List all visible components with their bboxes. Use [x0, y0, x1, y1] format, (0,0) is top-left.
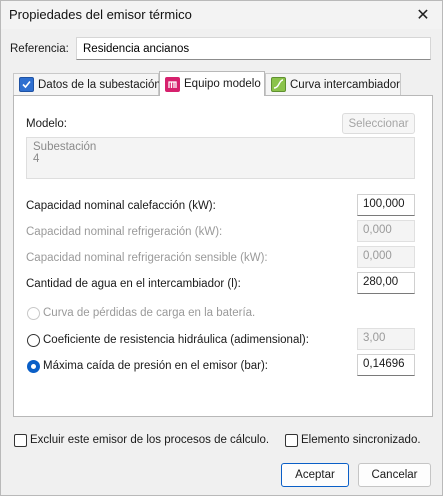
maxima-caida-radio[interactable] — [27, 360, 40, 373]
checkbox-blue-icon — [19, 77, 34, 92]
model-description: Subestación 4 — [26, 137, 415, 179]
tab-panel-equipo-modelo: Modelo: Seleccionar Subestación 4 Capaci… — [13, 95, 433, 417]
maxima-caida-field[interactable]: 0,14696 — [357, 354, 415, 376]
cantidad-agua-field[interactable]: 280,00 — [357, 272, 415, 294]
close-button[interactable]: ✕ — [410, 4, 436, 26]
curva-perdidas-label: Curva de pérdidas de carga en la batería… — [43, 307, 256, 319]
tab-datos-subestacion[interactable]: Datos de la subestación — [13, 73, 161, 95]
green-curve-icon — [271, 77, 286, 92]
title-bar[interactable]: Propiedades del emisor térmico ✕ — [1, 1, 442, 29]
tab-equipo-modelo[interactable]: Equipo modelo — [159, 71, 265, 96]
cantidad-agua-label: Cantidad de agua en el intercambiador (l… — [26, 278, 241, 290]
coeficiente-resistencia-field: 3,00 — [357, 328, 415, 350]
window-title: Propiedades del emisor térmico — [9, 7, 192, 22]
capacidad-calefaccion-field[interactable]: 100,000 — [357, 194, 415, 216]
curva-perdidas-radio[interactable] — [27, 307, 40, 320]
dialog-window: Propiedades del emisor térmico ✕ Referen… — [0, 0, 443, 496]
cancelar-button[interactable]: Cancelar — [358, 463, 431, 487]
model-desc-line: 4 — [33, 153, 40, 165]
coeficiente-resistencia-radio[interactable] — [27, 334, 40, 347]
referencia-input[interactable] — [76, 37, 431, 60]
tab-label: Datos de la subestación — [38, 78, 161, 91]
tab-bar: Datos de la subestación Equipo modelo Cu… — [13, 71, 433, 96]
capacidad-refrigeracion-label: Capacidad nominal refrigeración (kW): — [26, 226, 223, 238]
aceptar-button[interactable]: Aceptar — [281, 463, 349, 487]
close-icon: ✕ — [416, 7, 430, 24]
magenta-logo-icon — [165, 76, 180, 92]
excluir-checkbox[interactable] — [14, 434, 27, 447]
maxima-caida-label: Máxima caída de presión en el emisor (ba… — [43, 360, 268, 372]
seleccionar-button[interactable]: Seleccionar — [342, 113, 415, 134]
capacidad-refrigeracion-sensible-label: Capacidad nominal refrigeración sensible… — [26, 252, 268, 264]
tab-label: Curva intercambiador — [290, 78, 400, 91]
sincronizado-checkbox[interactable] — [285, 434, 298, 447]
excluir-label: Excluir este emisor de los procesos de c… — [30, 434, 270, 446]
coeficiente-resistencia-label: Coeficiente de resistencia hidráulica (a… — [43, 334, 309, 346]
tab-label: Equipo modelo — [184, 78, 261, 90]
sincronizado-label: Elemento sincronizado. — [301, 434, 421, 446]
referencia-label: Referencia: — [10, 43, 69, 55]
capacidad-refrigeracion-field: 0,000 — [357, 220, 415, 242]
tab-curva-intercambiador[interactable]: Curva intercambiador — [265, 73, 401, 95]
capacidad-refrigeracion-sensible-field: 0,000 — [357, 246, 415, 268]
capacidad-calefaccion-label: Capacidad nominal calefacción (kW): — [26, 200, 216, 212]
modelo-label: Modelo: — [26, 118, 67, 130]
model-desc-line: Subestación — [33, 141, 97, 153]
